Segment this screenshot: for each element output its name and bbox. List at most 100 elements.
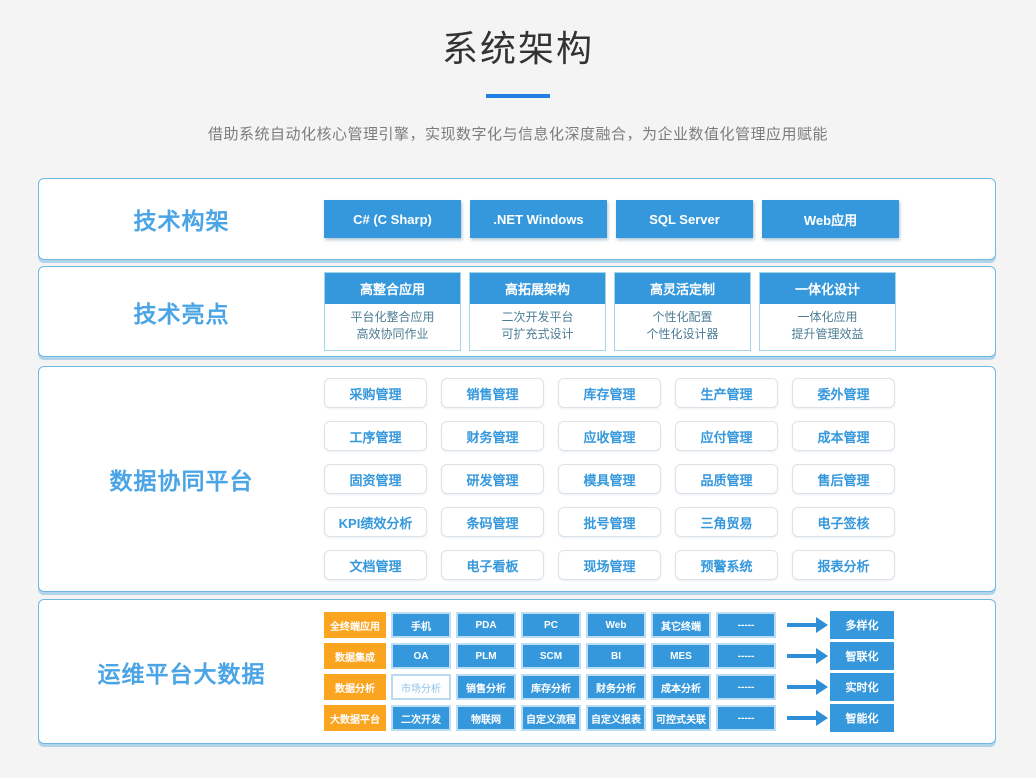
module-button[interactable]: 电子看板 [441, 550, 544, 580]
tech-framework-button[interactable]: SQL Server [616, 200, 753, 238]
bigdata-item: 物联网 [456, 705, 516, 731]
data-platform-modules: 采购管理销售管理库存管理生产管理委外管理工序管理财务管理应收管理应付管理成本管理… [324, 378, 899, 580]
bigdata-item: 手机 [391, 612, 451, 638]
tech-framework-buttons: C# (C Sharp).NET WindowsSQL ServerWeb应用 [324, 200, 899, 238]
highlight-card-body: 二次开发平台可扩充式设计 [470, 304, 605, 350]
tech-framework-button[interactable]: .NET Windows [470, 200, 607, 238]
module-button[interactable]: 应付管理 [675, 421, 778, 451]
bigdata-category-label: 数据集成 [324, 643, 386, 669]
bigdata-item: 其它终端 [651, 612, 711, 638]
module-button[interactable]: 三角贸易 [675, 507, 778, 537]
module-button[interactable]: 报表分析 [792, 550, 895, 580]
section-label-tech-framework: 技术构架 [39, 202, 324, 236]
module-button[interactable]: 库存管理 [558, 378, 661, 408]
highlight-card-body: 一体化应用提升管理效益 [760, 304, 895, 350]
bigdata-result: 多样化 [830, 611, 894, 639]
module-button[interactable]: 应收管理 [558, 421, 661, 451]
bigdata-item: 成本分析 [651, 674, 711, 700]
tech-framework-button[interactable]: Web应用 [762, 200, 899, 238]
module-button[interactable]: 销售管理 [441, 378, 544, 408]
highlight-card-title: 高整合应用 [325, 273, 460, 304]
arrow-right-icon [787, 654, 817, 658]
bigdata-item: 库存分析 [521, 674, 581, 700]
bigdata-result: 智联化 [830, 642, 894, 670]
highlight-card-line: 一体化应用 [760, 309, 895, 326]
highlight-card: 高拓展架构二次开发平台可扩充式设计 [469, 272, 606, 351]
page-subtitle: 借助系统自动化核心管理引擎，实现数字化与信息化深度融合，为企业数值化管理应用赋能 [0, 123, 1036, 144]
tech-framework-button[interactable]: C# (C Sharp) [324, 200, 461, 238]
bigdata-item: 销售分析 [456, 674, 516, 700]
bigdata-category-label: 全终端应用 [324, 612, 386, 638]
bigdata-row: 全终端应用手机PDAPCWeb其它终端----- 多样化 [324, 612, 899, 639]
bigdata-item: PLM [456, 643, 516, 669]
section-label-tech-highlights: 技术亮点 [39, 295, 324, 329]
highlight-card-title: 高灵活定制 [615, 273, 750, 304]
title-underline [486, 94, 550, 98]
section-label-data-platform: 数据协同平台 [39, 462, 324, 496]
bigdata-item: SCM [521, 643, 581, 669]
highlight-card: 一体化设计一体化应用提升管理效益 [759, 272, 896, 351]
bigdata-item: PC [521, 612, 581, 638]
bigdata-item: MES [651, 643, 711, 669]
ops-bigdata-rows: 全终端应用手机PDAPCWeb其它终端-----多样化数据集成OAPLMSCMB… [324, 612, 899, 732]
tech-highlight-cards: 高整合应用平台化整合应用高效协同作业高拓展架构二次开发平台可扩充式设计高灵活定制… [324, 272, 899, 351]
highlight-card: 高灵活定制个性化配置个性化设计器 [614, 272, 751, 351]
arrow-right-icon [787, 716, 817, 720]
section-ops-bigdata: 运维平台大数据 全终端应用手机PDAPCWeb其它终端-----多样化数据集成O… [38, 599, 996, 744]
bigdata-row: 数据分析市场分析销售分析库存分析财务分析成本分析----- 实时化 [324, 674, 899, 701]
bigdata-item: 市场分析 [391, 674, 451, 700]
section-tech-framework: 技术构架 C# (C Sharp).NET WindowsSQL ServerW… [38, 178, 996, 260]
bigdata-row: 大数据平台二次开发物联网自定义流程自定义报表可控式关联-----智能化 [324, 705, 899, 732]
bigdata-item: 可控式关联 [651, 705, 711, 731]
module-button[interactable]: 模具管理 [558, 464, 661, 494]
module-button[interactable]: 采购管理 [324, 378, 427, 408]
module-button[interactable]: 售后管理 [792, 464, 895, 494]
module-button[interactable]: 工序管理 [324, 421, 427, 451]
module-button[interactable]: 条码管理 [441, 507, 544, 537]
module-button[interactable]: 研发管理 [441, 464, 544, 494]
module-button[interactable]: 成本管理 [792, 421, 895, 451]
module-button[interactable]: 固资管理 [324, 464, 427, 494]
bigdata-result: 实时化 [830, 673, 894, 701]
bigdata-item: 自定义报表 [586, 705, 646, 731]
module-button[interactable]: 生产管理 [675, 378, 778, 408]
page-header: 系统架构 借助系统自动化核心管理引擎，实现数字化与信息化深度融合，为企业数值化管… [0, 0, 1036, 144]
bigdata-item: PDA [456, 612, 516, 638]
bigdata-result: 智能化 [830, 704, 894, 732]
module-button[interactable]: 品质管理 [675, 464, 778, 494]
highlight-card-body: 个性化配置个性化设计器 [615, 304, 750, 350]
arrow-right-icon [787, 685, 817, 689]
section-tech-highlights: 技术亮点 高整合应用平台化整合应用高效协同作业高拓展架构二次开发平台可扩充式设计… [38, 266, 996, 357]
bigdata-item: Web [586, 612, 646, 638]
highlight-card-line: 个性化设计器 [615, 326, 750, 343]
section-label-ops-bigdata: 运维平台大数据 [39, 655, 324, 689]
highlight-card: 高整合应用平台化整合应用高效协同作业 [324, 272, 461, 351]
module-button[interactable]: KPI绩效分析 [324, 507, 427, 537]
bigdata-row: 数据集成OAPLMSCMBIMES-----智联化 [324, 643, 899, 670]
bigdata-category-label: 数据分析 [324, 674, 386, 700]
highlight-card-line: 可扩充式设计 [470, 326, 605, 343]
system-architecture-page: 系统架构 借助系统自动化核心管理引擎，实现数字化与信息化深度融合，为企业数值化管… [0, 0, 1036, 778]
module-button[interactable]: 现场管理 [558, 550, 661, 580]
module-button[interactable]: 电子签核 [792, 507, 895, 537]
bigdata-item: 二次开发 [391, 705, 451, 731]
highlight-card-body: 平台化整合应用高效协同作业 [325, 304, 460, 350]
bigdata-item: ----- [716, 674, 776, 700]
highlight-card-line: 提升管理效益 [760, 326, 895, 343]
highlight-card-title: 一体化设计 [760, 273, 895, 304]
bigdata-item: OA [391, 643, 451, 669]
module-button[interactable]: 批号管理 [558, 507, 661, 537]
module-button[interactable]: 文档管理 [324, 550, 427, 580]
module-button[interactable]: 财务管理 [441, 421, 544, 451]
bigdata-item: ----- [716, 612, 776, 638]
page-title: 系统架构 [0, 20, 1036, 72]
highlight-card-line: 个性化配置 [615, 309, 750, 326]
bigdata-item: BI [586, 643, 646, 669]
bigdata-category-label: 大数据平台 [324, 705, 386, 731]
arrow-right-icon [787, 623, 817, 627]
module-button[interactable]: 委外管理 [792, 378, 895, 408]
bigdata-item: 财务分析 [586, 674, 646, 700]
highlight-card-line: 高效协同作业 [325, 326, 460, 343]
module-button[interactable]: 预警系统 [675, 550, 778, 580]
highlight-card-line: 平台化整合应用 [325, 309, 460, 326]
